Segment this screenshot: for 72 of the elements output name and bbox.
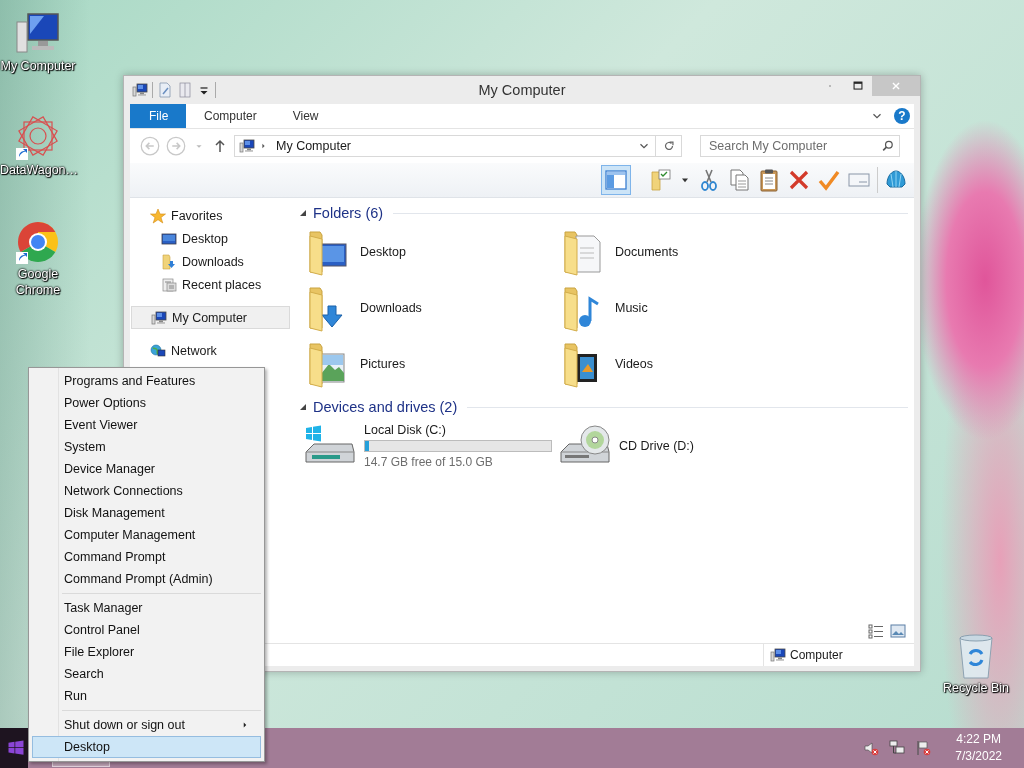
menu-item[interactable]: Task Manager: [32, 597, 261, 619]
muted-speaker-icon[interactable]: [863, 740, 880, 756]
menu-item[interactable]: Computer Management: [32, 524, 261, 546]
ribbon-tab[interactable]: Computer: [186, 104, 275, 128]
folder-name[interactable]: Music: [615, 301, 648, 315]
menu-item[interactable]: Search: [32, 663, 261, 685]
clipboard-icon[interactable]: [757, 168, 781, 192]
help-button[interactable]: ?: [894, 108, 910, 124]
window-title: My Computer: [478, 82, 566, 98]
nav-item[interactable]: Desktop: [130, 227, 290, 250]
nav-item[interactable]: Downloads: [130, 250, 290, 273]
star-icon: [150, 207, 166, 224]
details-view-icon[interactable]: [868, 623, 884, 639]
folder-name[interactable]: Videos: [615, 357, 653, 371]
folder-name[interactable]: Downloads: [360, 301, 422, 315]
flag-icon[interactable]: [915, 740, 932, 756]
ribbon-tab[interactable]: View: [274, 104, 337, 128]
folder-check-icon[interactable]: [649, 168, 673, 192]
computer-icon: [151, 309, 167, 326]
menu-item[interactable]: Desktop: [32, 736, 261, 758]
file-tab[interactable]: File: [130, 104, 186, 128]
computer-icon[interactable]: [132, 82, 148, 98]
search-field[interactable]: Search My Computer: [700, 135, 900, 157]
maximize-icon: [851, 79, 865, 93]
menu-item[interactable]: Control Panel: [32, 619, 261, 641]
globe-icon: [150, 342, 166, 359]
computer-icon: [239, 138, 255, 154]
folder-name[interactable]: Pictures: [360, 357, 406, 371]
nav-item[interactable]: Network: [130, 339, 290, 362]
refresh-button[interactable]: [656, 135, 682, 157]
folder-name[interactable]: Documents: [615, 245, 679, 259]
nav-item[interactable]: Recent places: [130, 273, 290, 296]
section-title: Folders (6): [313, 205, 384, 221]
folder-icon: [161, 253, 177, 270]
monitor-icon: [161, 230, 177, 247]
address-bar[interactable]: My Computer: [234, 135, 656, 157]
status-text: Computer: [790, 648, 843, 662]
breadcrumb-item[interactable]: My Computer: [276, 139, 352, 153]
section-title: Devices and drives (2): [313, 399, 458, 415]
properties-icon[interactable]: [157, 82, 173, 98]
drive-name[interactable]: CD Drive (D:): [619, 439, 694, 453]
folder-name[interactable]: Desktop: [360, 245, 406, 259]
nav-item[interactable]: Favorites: [130, 204, 290, 227]
collapse-icon[interactable]: [299, 209, 307, 217]
menu-item[interactable]: Command Prompt (Admin): [32, 568, 261, 590]
clock-time[interactable]: 4:22 PM: [956, 731, 1001, 748]
delete-icon[interactable]: [787, 168, 811, 192]
collapse-icon[interactable]: [299, 403, 307, 411]
network-icon[interactable]: [889, 740, 906, 756]
drive-name[interactable]: Local Disk (C:): [364, 423, 552, 437]
nav-item[interactable]: My Computer: [131, 306, 290, 329]
menu-item[interactable]: Shut down or sign out: [32, 714, 261, 736]
copy-icon[interactable]: [727, 168, 751, 192]
menu-item[interactable]: Programs and Features: [32, 370, 261, 392]
menu-item[interactable]: Run: [32, 685, 261, 707]
computer-icon: [770, 647, 786, 663]
document-icon: [161, 276, 177, 293]
menu-item[interactable]: Device Manager: [32, 458, 261, 480]
pane-icon: [604, 168, 628, 192]
menu-item[interactable]: System: [32, 436, 261, 458]
menu-item[interactable]: Command Prompt: [32, 546, 261, 568]
windows-logo-icon: [7, 739, 25, 757]
menu-item[interactable]: Network Connections: [32, 480, 261, 502]
menu-item[interactable]: Disk Management: [32, 502, 261, 524]
large-icons-view-icon[interactable]: [890, 623, 906, 639]
preview-pane-button[interactable]: [601, 165, 631, 195]
menu-item[interactable]: Power Options: [32, 392, 261, 414]
free-space-text: 14.7 GB free of 15.0 GB: [364, 455, 494, 469]
menu-item[interactable]: Event Viewer: [32, 414, 261, 436]
check-icon[interactable]: [817, 168, 841, 192]
clock-date[interactable]: 7/3/2022: [955, 748, 1002, 765]
menu-item[interactable]: File Explorer: [32, 641, 261, 663]
